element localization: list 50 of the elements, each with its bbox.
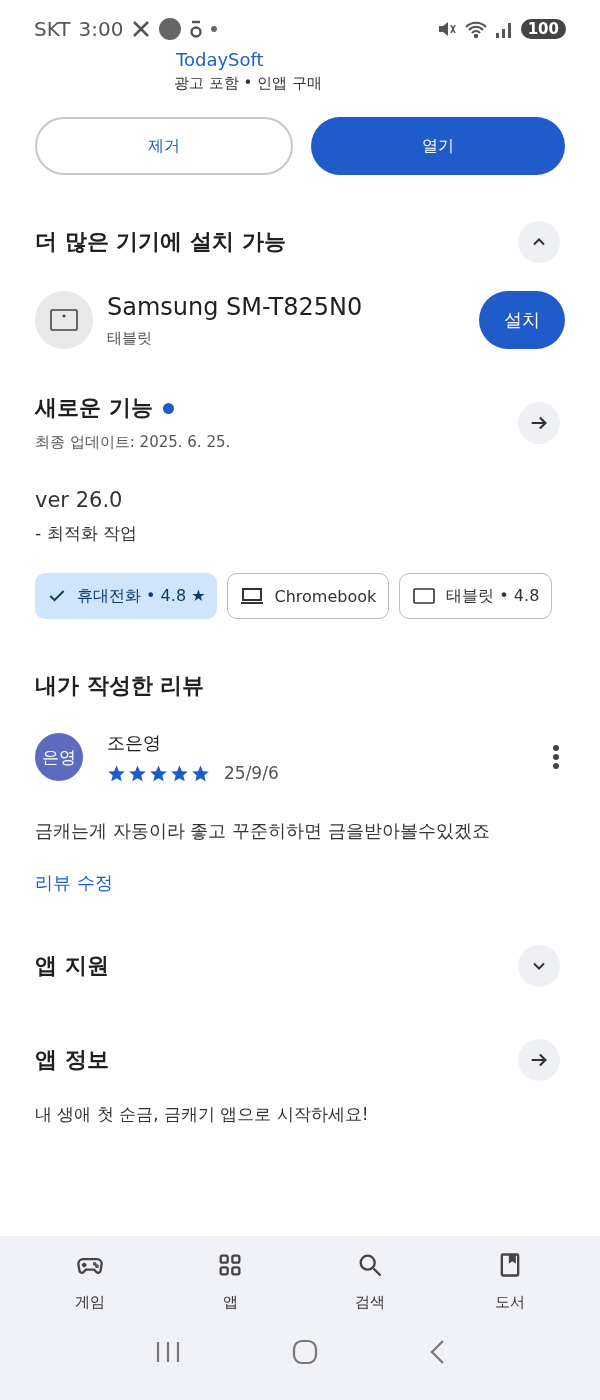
clock-text: 3:00 (78, 17, 124, 41)
install-button[interactable]: 설치 (479, 291, 565, 349)
review-author: 조은영 (107, 731, 162, 755)
edit-review-link[interactable]: 리뷰 수정 (35, 871, 113, 895)
device-name: Samsung SM-T825N0 (107, 292, 364, 321)
x-logo-icon (131, 19, 152, 39)
nav-tab[interactable]: 검색 (320, 1250, 420, 1313)
open-button[interactable]: 열기 (311, 117, 565, 175)
developer-name[interactable]: TodaySoft (176, 50, 600, 70)
device-chip[interactable]: 태블릿 • 4.8 (399, 573, 553, 619)
app-description: 내 생애 첫 순금, 금캐기 앱으로 시작하세요! (35, 1103, 370, 1126)
review-date: 25/9/6 (224, 763, 279, 783)
release-notes: - 최적화 작업 (35, 522, 138, 545)
tablet-icon (412, 586, 437, 606)
wifi-icon (464, 19, 487, 39)
carrier-text: SKT (34, 17, 71, 41)
recent-apps-icon[interactable] (155, 1340, 182, 1364)
device-type: 태블릿 (107, 328, 153, 348)
device-chip[interactable]: Chromebook (227, 573, 390, 619)
back-icon[interactable] (428, 1339, 445, 1365)
battery-level: 100 (520, 19, 566, 39)
laptop-icon (240, 586, 265, 606)
section-title: 앱 정보 (35, 1046, 109, 1074)
app-notes: 광고 포함 • 인앱 구매 (174, 74, 323, 93)
more-button[interactable] (518, 401, 560, 444)
section-title: 앱 지원 (35, 952, 109, 980)
nav-tab[interactable]: 도서 (460, 1250, 560, 1313)
more-options-icon[interactable] (552, 744, 560, 770)
uninstall-button[interactable]: 제거 (35, 117, 293, 175)
user-avatar: 은영 (35, 733, 83, 781)
home-icon[interactable] (292, 1339, 318, 1365)
section-title: 새로운 기능 (35, 394, 153, 422)
review-text: 금캐는게 자동이라 좋고 꾸준히하면 금을받아볼수있겠죠 (35, 819, 491, 843)
nav-tab[interactable]: 앱 (180, 1250, 280, 1313)
version-text: ver 26.0 (35, 488, 124, 512)
nav-tab[interactable]: 게임 (40, 1250, 140, 1313)
star-icon (149, 763, 168, 783)
section-title: 내가 작성한 리뷰 (35, 672, 205, 700)
mute-icon (436, 19, 457, 39)
collapse-button[interactable] (518, 221, 560, 263)
star-icon (107, 763, 126, 783)
more-button[interactable] (518, 1039, 560, 1081)
section-title: 더 많은 기기에 설치 가능 (35, 228, 286, 256)
star-icon (128, 763, 147, 783)
star-icon (191, 763, 210, 783)
update-date: 최종 업데이트: 2025. 6. 25. (35, 433, 231, 452)
expand-button[interactable] (518, 945, 560, 987)
device-chip[interactable]: 휴대전화 • 4.8 ★ (35, 573, 218, 619)
star-icon (170, 763, 189, 783)
signal-icon (494, 20, 513, 38)
